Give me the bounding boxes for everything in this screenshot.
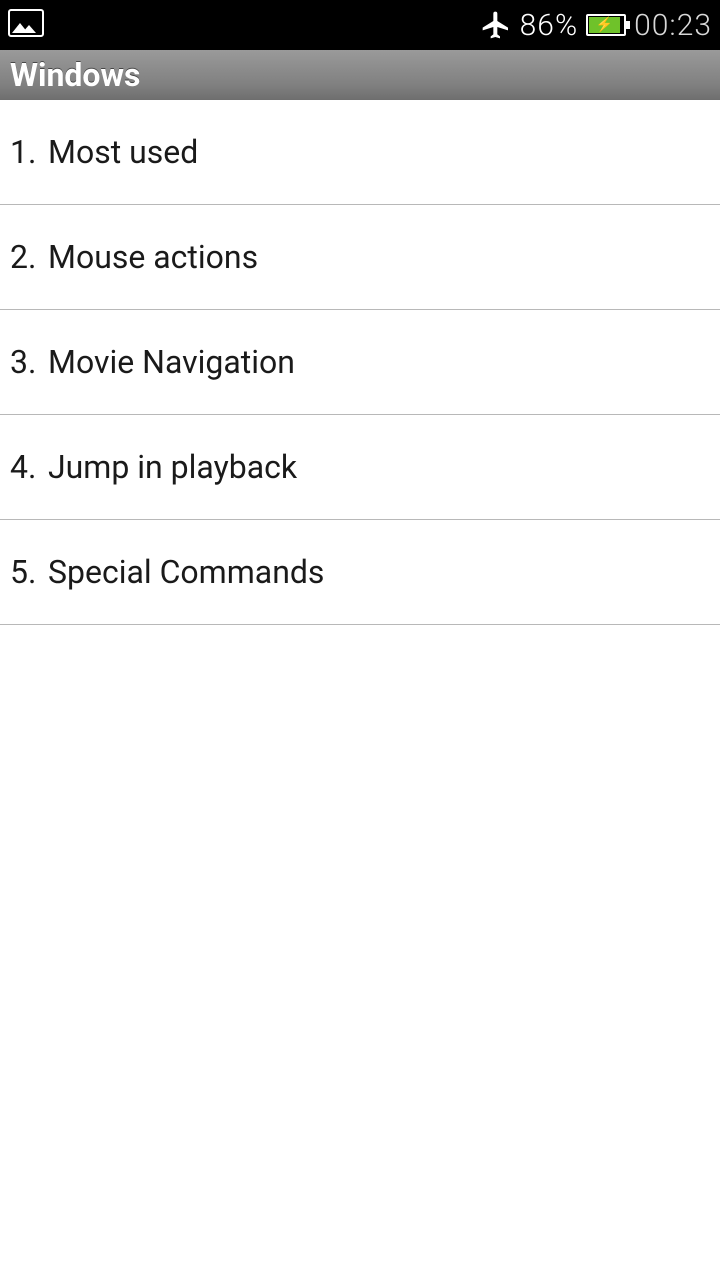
list-item-number: 4. — [10, 448, 48, 486]
charging-icon: ⚡ — [596, 18, 613, 32]
picture-icon — [8, 9, 44, 37]
list-item-mouse-actions[interactable]: 2. Mouse actions — [0, 205, 720, 310]
airplane-icon — [480, 9, 512, 41]
list-item-label: Special Commands — [48, 553, 324, 591]
page-title: Windows — [10, 56, 140, 94]
menu-list: 1. Most used 2. Mouse actions 3. Movie N… — [0, 100, 720, 625]
list-item-most-used[interactable]: 1. Most used — [0, 100, 720, 205]
status-right: 86% ⚡ 00:23 — [480, 8, 712, 43]
list-item-number: 3. — [10, 343, 48, 381]
list-item-special-commands[interactable]: 5. Special Commands — [0, 520, 720, 625]
list-item-number: 2. — [10, 238, 48, 276]
battery-percentage: 86% — [520, 8, 578, 43]
status-bar: 86% ⚡ 00:23 — [0, 0, 720, 50]
title-bar: Windows — [0, 50, 720, 100]
list-item-label: Movie Navigation — [48, 343, 295, 381]
list-item-number: 1. — [10, 133, 48, 171]
list-item-label: Jump in playback — [48, 448, 297, 486]
clock: 00:23 — [634, 8, 712, 43]
list-item-movie-navigation[interactable]: 3. Movie Navigation — [0, 310, 720, 415]
list-item-jump-in-playback[interactable]: 4. Jump in playback — [0, 415, 720, 520]
list-item-number: 5. — [10, 553, 48, 591]
list-item-label: Mouse actions — [48, 238, 258, 276]
status-left — [8, 9, 44, 41]
battery-icon: ⚡ — [586, 14, 626, 36]
list-item-label: Most used — [48, 133, 198, 171]
